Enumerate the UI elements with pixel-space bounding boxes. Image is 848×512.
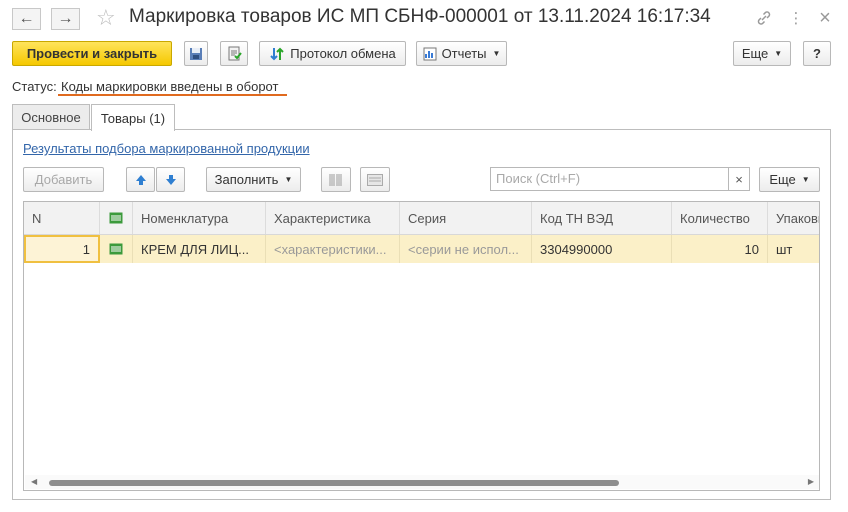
forward-button[interactable]: → <box>51 8 80 30</box>
marking-codes-button[interactable] <box>360 167 390 192</box>
window-title: Маркировка товаров ИС МП СБНФ-000001 от … <box>129 6 711 27</box>
reports-dropdown[interactable]: Отчеты ▼ <box>416 41 507 66</box>
column-header-n[interactable]: N <box>24 202 100 234</box>
marking-code-icon <box>109 212 123 224</box>
cell-nomenclature[interactable]: КРЕМ ДЛЯ ЛИЦ... <box>133 235 266 263</box>
column-header-characteristic[interactable]: Характеристика <box>266 202 400 234</box>
column-header-tnved[interactable]: Код ТН ВЭД <box>532 202 672 234</box>
column-header-quantity[interactable]: Количество <box>672 202 768 234</box>
cell-unit[interactable]: шт <box>768 235 819 263</box>
column-header-marking[interactable] <box>100 202 133 234</box>
clear-search-button[interactable]: × <box>728 167 750 191</box>
exchange-protocol-button[interactable]: Протокол обмена <box>259 41 406 66</box>
barcode-icon <box>329 173 342 186</box>
column-header-series[interactable]: Серия <box>400 202 532 234</box>
favorite-star-icon[interactable]: ☆ <box>96 5 116 31</box>
horizontal-scrollbar[interactable]: ◀ ▶ <box>25 475 819 489</box>
exchange-arrows-icon <box>270 47 284 60</box>
link-icon[interactable] <box>754 8 774 28</box>
cell-marking[interactable] <box>100 235 133 263</box>
table-row[interactable]: 1 КРЕМ ДЛЯ ЛИЦ... <характеристики... <се… <box>24 235 819 263</box>
picking-results-link[interactable]: Результаты подбора маркированной продукц… <box>23 141 310 156</box>
table-header: N Номенклатура Характеристика Серия Код … <box>24 202 819 235</box>
arrow-down-icon <box>165 174 176 185</box>
fill-dropdown[interactable]: Заполнить ▼ <box>206 167 301 192</box>
goods-more-label: Еще <box>769 172 796 187</box>
status-value[interactable]: Коды маркировки введены в оборот <box>61 79 278 94</box>
search-input[interactable]: Поиск (Ctrl+F) <box>490 167 729 191</box>
fill-label: Заполнить <box>214 172 279 187</box>
more-dropdown[interactable]: Еще ▼ <box>733 41 791 66</box>
chevron-down-icon: ▼ <box>284 175 293 184</box>
chevron-down-icon: ▼ <box>492 49 501 58</box>
close-icon: × <box>735 171 743 187</box>
post-and-close-button[interactable]: Провести и закрыть <box>12 41 172 66</box>
column-header-unit[interactable]: Упаковка <box>768 202 819 234</box>
marking-code-icon <box>109 243 123 255</box>
tab-goods[interactable]: Товары (1) <box>91 104 175 131</box>
arrow-right-icon: → <box>57 10 74 27</box>
report-icon <box>423 47 437 60</box>
save-button[interactable] <box>184 41 208 66</box>
goods-more-dropdown[interactable]: Еще ▼ <box>759 167 820 192</box>
help-button[interactable]: ? <box>803 41 831 66</box>
reports-label: Отчеты <box>441 46 487 61</box>
close-icon[interactable]: × <box>815 7 835 29</box>
move-up-button[interactable] <box>126 167 155 192</box>
cell-series[interactable]: <серии не испол... <box>400 235 532 263</box>
add-button[interactable]: Добавить <box>23 167 104 192</box>
arrow-left-icon: ← <box>18 10 35 27</box>
status-underline <box>58 94 287 96</box>
chevron-down-icon: ▼ <box>774 49 783 58</box>
barcode-button[interactable] <box>321 167 351 192</box>
more-vertical-icon[interactable]: ⋮ <box>786 8 806 28</box>
back-button[interactable]: ← <box>12 8 41 30</box>
table-codes-icon <box>367 173 383 186</box>
floppy-disk-icon <box>190 47 202 60</box>
cell-characteristic[interactable]: <характеристики... <box>266 235 400 263</box>
scroll-right-icon[interactable]: ▶ <box>808 477 814 486</box>
arrow-up-icon <box>135 174 146 185</box>
cell-n[interactable]: 1 <box>24 235 100 263</box>
more-label: Еще <box>741 46 769 61</box>
post-document-button[interactable] <box>220 41 248 66</box>
scrollbar-thumb[interactable] <box>49 480 619 486</box>
column-header-nomenclature[interactable]: Номенклатура <box>133 202 266 234</box>
move-down-button[interactable] <box>156 167 185 192</box>
exchange-protocol-label: Протокол обмена <box>290 46 396 61</box>
tab-main[interactable]: Основное <box>12 104 90 130</box>
cell-quantity[interactable]: 10 <box>672 235 768 263</box>
status-label: Статус: <box>12 79 57 94</box>
document-post-icon <box>228 46 242 60</box>
goods-table[interactable]: N Номенклатура Характеристика Серия Код … <box>23 201 820 491</box>
chevron-down-icon: ▼ <box>801 175 810 184</box>
scroll-left-icon[interactable]: ◀ <box>31 477 37 486</box>
cell-tnved[interactable]: 3304990000 <box>532 235 672 263</box>
